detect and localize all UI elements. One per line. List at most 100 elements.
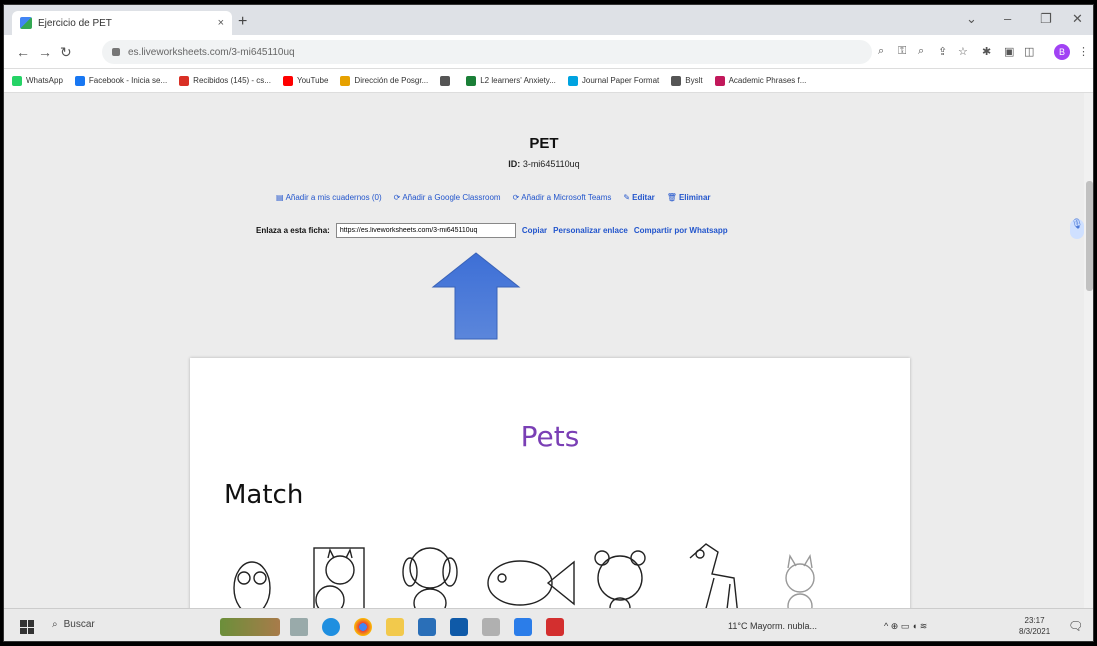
- bookmark-item[interactable]: Recibidos (145) - cs...: [179, 75, 271, 86]
- horse-drawing: [689, 543, 738, 608]
- key-icon[interactable]: ⚿: [898, 45, 906, 58]
- screen: Ejercicio de PET × + ⌄ – ❐ ✕ ← → ↻ es.li…: [3, 4, 1094, 642]
- tab-close-icon[interactable]: ×: [218, 17, 224, 29]
- microphone-icon[interactable]: 🎙: [1070, 219, 1084, 239]
- weather-widget-icon[interactable]: [220, 618, 280, 636]
- share-whatsapp-link[interactable]: Compartir por Whatsapp: [634, 226, 728, 235]
- bookmark-favicon-icon: [12, 75, 22, 86]
- pdf-icon[interactable]: [546, 618, 564, 636]
- tab-search-icon[interactable]: ⌄: [966, 11, 977, 27]
- bookmark-favicon-icon: [179, 75, 190, 86]
- clock-time: 23:17: [1024, 616, 1045, 625]
- page-scrollbar[interactable]: [1084, 93, 1093, 608]
- browser-toolbar: ← → ↻ es.liveworksheets.com/3-mi645110uq…: [4, 35, 1093, 69]
- reload-button[interactable]: ↻: [60, 44, 72, 61]
- pet-drawings: [233, 543, 815, 608]
- bookmark-item[interactable]: L2 learners' Anxiety...: [466, 75, 556, 86]
- minimize-button[interactable]: –: [1004, 11, 1011, 26]
- notifications-icon[interactable]: 🗨: [1068, 619, 1083, 633]
- extensions-icon[interactable]: ✱: [982, 45, 991, 58]
- bookmark-item[interactable]: Dirección de Posgr...: [340, 75, 429, 86]
- bookmark-favicon-icon: [440, 75, 451, 86]
- scrollbar-thumb[interactable]: [1086, 181, 1093, 291]
- search-icon: ⌕: [52, 619, 58, 630]
- new-tab-button[interactable]: +: [238, 13, 247, 31]
- weather-status[interactable]: 11°C Mayorm. nubla...: [728, 621, 817, 631]
- bookmarks-bar: WhatsApp Facebook - Inicia se... Recibidos…: [4, 69, 1093, 93]
- browser-tab[interactable]: Ejercicio de PET ×: [12, 11, 232, 35]
- bookmark-label: Facebook - Inicia se...: [88, 76, 168, 85]
- book-plus-icon: ▤: [276, 193, 284, 202]
- windows-start-icon[interactable]: [20, 620, 34, 634]
- bookmark-item[interactable]: [440, 75, 454, 86]
- lock-icon: [112, 48, 120, 56]
- address-bar[interactable]: es.liveworksheets.com/3-mi645110uq: [102, 40, 872, 64]
- share-link-row: Enlaza a esta ficha: Copiar Personalizar…: [256, 223, 728, 238]
- sidebar-icon[interactable]: ◫: [1024, 45, 1034, 58]
- edit-icon: ✎: [623, 193, 631, 202]
- tray-icons[interactable]: ^ ⊕ ▭ ◖ ≋: [884, 621, 927, 632]
- zoom-icon[interactable]: ⌕: [878, 45, 884, 58]
- action-label: Añadir a Google Classroom: [402, 193, 501, 202]
- clock-date: 8/3/2021: [1019, 627, 1051, 636]
- id-label: ID:: [508, 159, 521, 169]
- store-icon[interactable]: [418, 618, 436, 636]
- copy-link[interactable]: Copiar: [522, 226, 547, 235]
- bookmark-label: YouTube: [296, 76, 329, 85]
- add-to-teams-link[interactable]: ⟳ Añadir a Microsoft Teams: [513, 193, 612, 202]
- back-button[interactable]: ←: [16, 44, 30, 60]
- menu-icon[interactable]: ⋮: [1078, 45, 1089, 58]
- edit-link[interactable]: ✎ Editar: [623, 193, 654, 202]
- chrome-icon[interactable]: [354, 618, 372, 636]
- bookmark-favicon-icon: [340, 75, 351, 86]
- restore-button[interactable]: ❐: [1040, 11, 1052, 27]
- tab-title: Ejercicio de PET: [38, 17, 112, 29]
- delete-link[interactable]: 🗑 Eliminar: [667, 193, 711, 202]
- bookmark-item[interactable]: Academic Phrases f...: [714, 75, 807, 86]
- taskbar-clock[interactable]: 23:17 8/3/2021: [1019, 615, 1050, 637]
- bookmark-favicon-icon: [671, 75, 682, 86]
- worksheet-id: ID: 3-mi645110uq: [4, 159, 1084, 169]
- bookmark-label: L2 learners' Anxiety...: [480, 76, 556, 85]
- worksheet-actions: ▤ Añadir a mis cuadernos (0) ⟳ Añadir a Go…: [276, 193, 711, 202]
- worksheet-link-input[interactable]: [335, 223, 516, 238]
- add-to-notebooks-link[interactable]: ▤ Añadir a mis cuadernos (0): [276, 193, 382, 202]
- cats-drawing: [313, 547, 365, 608]
- task-view-icon[interactable]: [290, 618, 308, 636]
- link-label: Enlaza a esta ficha:: [256, 226, 330, 235]
- bookmark-item[interactable]: Journal Paper Format: [567, 75, 659, 86]
- taskbar-search[interactable]: ⌕ Buscar: [52, 619, 95, 630]
- bookmark-favicon-icon: [714, 75, 725, 86]
- close-window-button[interactable]: ✕: [1072, 11, 1083, 27]
- app-icon[interactable]: [482, 618, 500, 636]
- worksheet-canvas: Pets Match: [190, 358, 910, 608]
- bookmark-item[interactable]: Facebook - Inicia se...: [74, 75, 168, 86]
- bookmark-item[interactable]: YouTube: [282, 75, 329, 86]
- customize-link[interactable]: Personalizar enlace: [553, 226, 628, 235]
- bookmark-label: WhatsApp: [26, 76, 63, 85]
- search-lens-icon[interactable]: ⌕: [918, 45, 924, 58]
- mail-icon[interactable]: [450, 618, 468, 636]
- bookmark-item[interactable]: Byslt: [671, 75, 703, 86]
- bookmark-star-icon[interactable]: ☆: [958, 45, 968, 58]
- bookmark-label: Dirección de Posgr...: [354, 76, 429, 85]
- tab-layout-icon[interactable]: ▣: [1004, 45, 1014, 58]
- edge-icon[interactable]: [322, 618, 340, 636]
- page-viewport: PET ID: 3-mi645110uq ▤ Añadir a mis cuade…: [4, 93, 1084, 608]
- address-text: es.liveworksheets.com/3-mi645110uq: [128, 46, 295, 58]
- teams-icon: ⟳: [512, 193, 520, 202]
- profile-avatar[interactable]: B: [1054, 44, 1070, 60]
- bookmark-label: Academic Phrases f...: [728, 76, 807, 85]
- add-to-classroom-link[interactable]: ⟳ Añadir a Google Classroom: [394, 193, 501, 202]
- action-label: Eliminar: [678, 193, 711, 202]
- share-icon[interactable]: ⇪: [938, 45, 947, 58]
- action-label: Añadir a mis cuadernos (0): [285, 193, 382, 202]
- bookmark-item[interactable]: WhatsApp: [12, 75, 63, 86]
- file-explorer-icon[interactable]: [386, 618, 404, 636]
- bookmark-favicon-icon: [282, 75, 293, 86]
- owl-drawing: [233, 561, 271, 608]
- forward-button[interactable]: →: [38, 44, 52, 60]
- word-icon[interactable]: [514, 618, 532, 636]
- bookmark-favicon-icon: [466, 75, 477, 86]
- site-favicon-icon: [20, 17, 32, 29]
